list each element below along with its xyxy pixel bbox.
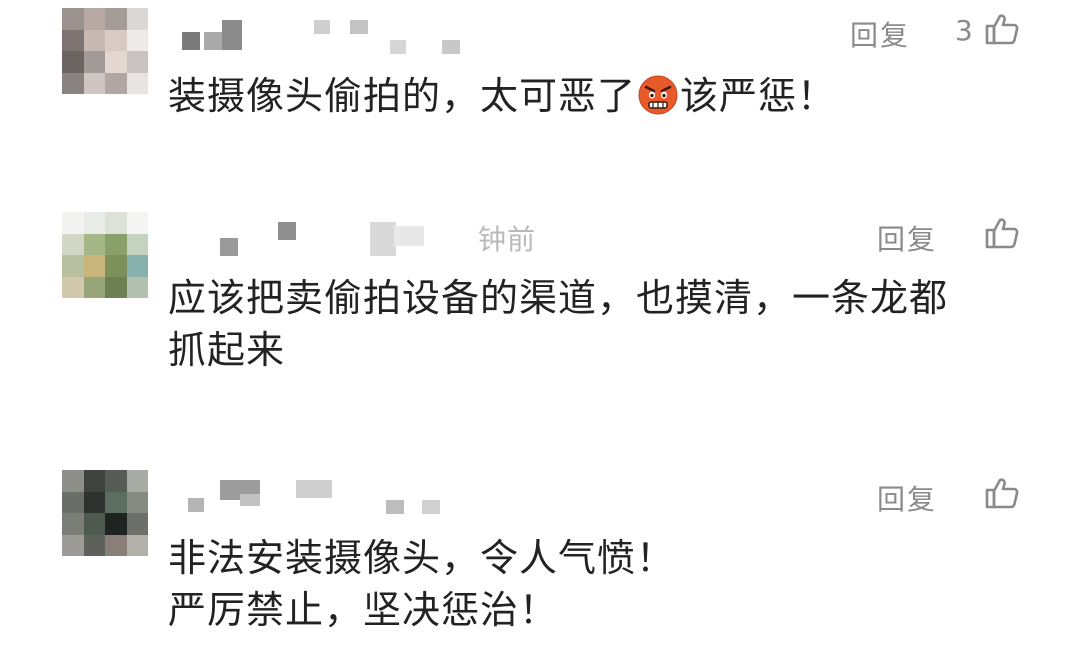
comment-timestamp: 钟前 [478,223,537,256]
thumbs-up-icon[interactable] [985,12,1019,46]
avatar[interactable] [62,8,148,94]
comment-1: 回复 3 装摄像头偷拍的，太可恶了 该严惩！ [0,0,1080,200]
username-blurred[interactable] [170,214,470,274]
comment-text: 装摄像头偷拍的，太可恶了 该严惩！ [168,74,837,118]
comment-line: 严厉禁止，坚决惩治！ [168,588,559,632]
angry-face-icon [638,75,678,115]
comment-line: 应该把卖偷拍设备的渠道，也摸清，一条龙都 [168,276,949,320]
comment-line: 非法安装摄像头，令人气愤！ [168,536,676,580]
like-count: 3 [955,14,973,47]
thumbs-up-icon[interactable] [985,216,1019,250]
comment-line: 抓起来 [168,328,286,372]
comment-text: 应该把卖偷拍设备的渠道，也摸清，一条龙都 抓起来 [168,272,948,376]
username-blurred[interactable] [170,10,470,70]
reply-button[interactable]: 回复 [850,14,910,54]
username-blurred[interactable] [170,472,470,532]
comment-text: 非法安装摄像头，令人气愤！ 严厉禁止，坚决惩治！ [168,532,675,636]
comment-2: 钟前 回复 应该把卖偷拍设备的渠道，也摸清，一条龙都 抓起来 [0,200,1080,450]
reply-button[interactable]: 回复 [877,478,937,518]
avatar[interactable] [62,212,148,298]
reply-button[interactable]: 回复 [877,218,937,258]
avatar[interactable] [62,470,148,556]
thumbs-up-icon[interactable] [985,476,1019,510]
comment-3: 回复 非法安装摄像头，令人气愤！ 严厉禁止，坚决惩治！ [0,460,1080,665]
